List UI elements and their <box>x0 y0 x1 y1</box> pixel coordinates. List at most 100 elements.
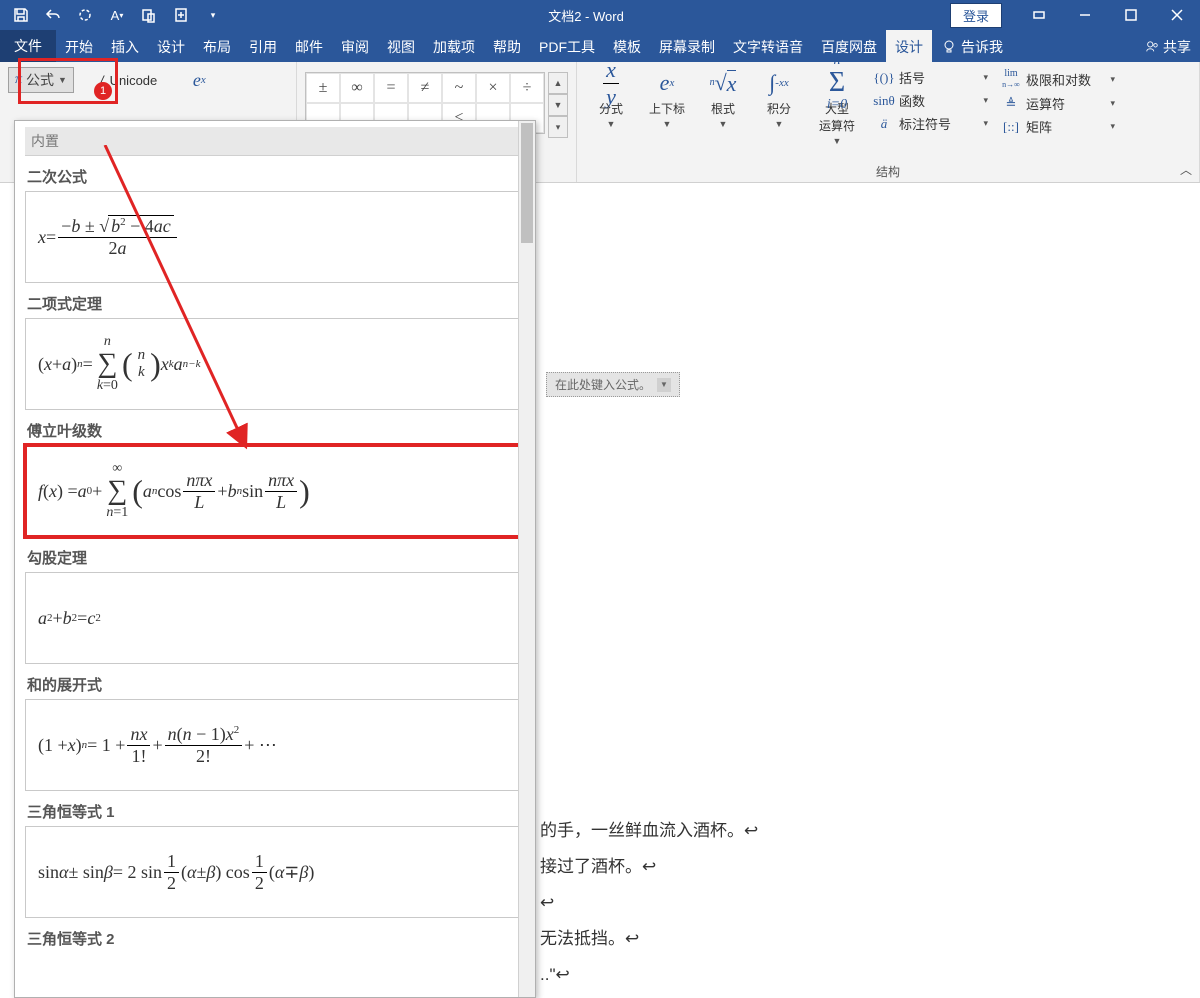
tab-review[interactable]: 审阅 <box>332 30 378 62</box>
gallery-item-quadratic[interactable]: x = −b ± √b2 − 4ac 2a <box>25 191 525 283</box>
structure-fraction[interactable]: xy 分式▼ <box>585 66 637 131</box>
tab-pdf[interactable]: PDF工具 <box>530 30 604 62</box>
structure-integral[interactable]: ∫-xx 积分▼ <box>753 66 805 131</box>
scroll-down-icon[interactable]: ▼ <box>548 94 568 116</box>
ribbon-tab-bar: 文件 开始 插入 设计 布局 引用 邮件 审阅 视图 加载项 帮助 PDF工具 … <box>0 30 1200 62</box>
tab-equation-design[interactable]: 设计 <box>886 30 932 62</box>
gallery-item-pythagoras[interactable]: a2 + b2 = c2 <box>25 572 525 664</box>
integral-icon: ∫-xx <box>769 68 788 98</box>
accent-icon: ä <box>873 116 895 132</box>
quick-access-toolbar: A▾ ▾ <box>0 6 222 24</box>
structure-radical-label: 根式 <box>711 100 735 117</box>
equation-gallery-dropdown: 内置 二次公式 x = −b ± √b2 − 4ac 2a 二项式定理 (x +… <box>14 120 536 998</box>
symbol-pm[interactable]: ± <box>306 73 340 103</box>
tab-mail[interactable]: 邮件 <box>286 30 332 62</box>
structure-script[interactable]: ex 上下标▼ <box>641 66 693 131</box>
minimize-icon[interactable] <box>1062 0 1108 30</box>
save-icon[interactable] <box>12 6 30 24</box>
structure-limit-label: 极限和对数 <box>1026 70 1091 89</box>
tab-screenrec[interactable]: 屏幕录制 <box>650 30 724 62</box>
share-button[interactable]: 共享 <box>1136 30 1200 62</box>
equation-placeholder-text: 在此处键入公式。 <box>555 376 651 393</box>
equation-placeholder[interactable]: 在此处键入公式。 ▼ <box>546 372 680 397</box>
gallery-scrollbar[interactable] <box>518 121 535 997</box>
structure-function-label: 函数 <box>899 91 925 110</box>
structure-bracket[interactable]: {()} 括号▾ <box>869 66 992 89</box>
tab-file[interactable]: 文件 <box>0 30 56 62</box>
equation-options-icon[interactable]: ▼ <box>657 378 671 392</box>
close-icon[interactable] <box>1154 0 1200 30</box>
device-icon[interactable] <box>140 6 158 24</box>
function-icon: sinθ <box>873 93 895 109</box>
symbol-tilde[interactable]: ~ <box>442 73 476 103</box>
ribbon-group-caption: 结构 <box>585 161 1191 180</box>
structure-accent-label: 标注符号 <box>899 114 951 133</box>
structure-operator[interactable]: ≜ 运算符▾ <box>996 92 1119 115</box>
gallery-item-trig1[interactable]: sin α ± sin β = 2 sin 12(α ± β) cos 12(α… <box>25 826 525 918</box>
matrix-icon: [::] <box>1000 119 1022 135</box>
login-button[interactable]: 登录 <box>950 3 1002 28</box>
gallery-scrollbar-thumb[interactable] <box>521 123 533 243</box>
gallery-section-fourier: 傅立叶级数 <box>27 420 525 441</box>
title-right: 登录 <box>950 0 1200 30</box>
share-label: 共享 <box>1163 37 1191 57</box>
chevron-down-icon: ▼ <box>58 75 67 85</box>
tab-help[interactable]: 帮助 <box>484 30 530 62</box>
document-line-4: 无法抵挡。↩ <box>540 921 639 957</box>
pi-icon: π <box>15 72 22 88</box>
ribbon-group-structures: xy 分式▼ ex 上下标▼ n√x 根式▼ ∫-xx 积分▼ nΣi=0 大型… <box>577 62 1200 182</box>
redo-icon[interactable] <box>76 6 94 24</box>
structure-bracket-label: 括号 <box>899 68 925 87</box>
gallery-item-fourier[interactable]: f(x) = a0 + ∞∑n=1 (an cos nπxL + bn sin … <box>25 445 525 537</box>
gallery-item-binomial[interactable]: (x + a)n = n∑k=0 (nk) xkan−k <box>25 318 525 410</box>
lightbulb-icon <box>941 39 957 55</box>
symbol-neq[interactable]: ≠ <box>408 73 442 103</box>
structure-function[interactable]: sinθ 函数▾ <box>869 89 992 112</box>
ribbon-collapse-icon[interactable]: ︿ <box>1180 161 1192 178</box>
tab-references[interactable]: 引用 <box>240 30 286 62</box>
tell-me-button[interactable]: 告诉我 <box>932 30 1012 62</box>
gallery-item-sum-expand[interactable]: (1 + x)n = 1 + nx1! + n(n − 1)x22! + ⋯ <box>25 699 525 791</box>
undo-icon[interactable] <box>44 6 62 24</box>
add-page-icon[interactable] <box>172 6 190 24</box>
gallery-section-trig2: 三角恒等式 2 <box>27 928 525 949</box>
qat-customize-icon[interactable]: ▾ <box>204 6 222 24</box>
symbol-div[interactable]: ÷ <box>510 73 544 103</box>
fraction-icon: xy <box>601 68 621 98</box>
gallery-section-sum-expand: 和的展开式 <box>27 674 525 695</box>
tab-addins[interactable]: 加载项 <box>424 30 484 62</box>
tab-design[interactable]: 设计 <box>148 30 194 62</box>
symbol-eq[interactable]: = <box>374 73 408 103</box>
tab-insert[interactable]: 插入 <box>102 30 148 62</box>
tab-home[interactable]: 开始 <box>56 30 102 62</box>
gallery-expand-icon[interactable]: ▾ <box>548 116 568 138</box>
tab-baidu[interactable]: 百度网盘 <box>812 30 886 62</box>
tell-me-label: 告诉我 <box>961 37 1003 57</box>
structure-limit[interactable]: limn→∞ 极限和对数▾ <box>996 66 1119 92</box>
font-style-icon[interactable]: A▾ <box>108 6 126 24</box>
radical-icon: n√x <box>710 68 737 98</box>
equation-button-label: 公式 <box>26 70 54 90</box>
maximize-icon[interactable] <box>1108 0 1154 30</box>
scroll-up-icon[interactable]: ▲ <box>548 72 568 94</box>
structure-integral-label: 积分 <box>767 100 791 117</box>
symbol-gallery-scroll[interactable]: ▲ ▼ ▾ <box>548 72 568 138</box>
symbol-times[interactable]: × <box>476 73 510 103</box>
ribbon-display-icon[interactable] <box>1016 0 1062 30</box>
structure-largeop[interactable]: nΣi=0 大型 运算符▼ <box>809 66 865 148</box>
structure-matrix[interactable]: [::] 矩阵▾ <box>996 115 1119 138</box>
structure-accent[interactable]: ä 标注符号▾ <box>869 112 992 135</box>
structure-radical[interactable]: n√x 根式▼ <box>697 66 749 131</box>
script-icon: ex <box>660 68 675 98</box>
equation-dropdown-button[interactable]: π 公式 ▼ <box>8 67 74 93</box>
tab-view[interactable]: 视图 <box>378 30 424 62</box>
bracket-icon: {()} <box>873 70 895 86</box>
document-line-1: 的手，一丝鲜血流入酒杯。↩ <box>540 813 758 849</box>
annotation-badge-1: 1 <box>94 82 112 100</box>
symbol-inf[interactable]: ∞ <box>340 73 374 103</box>
professional-format-icon[interactable]: ex <box>183 66 215 94</box>
tab-tts[interactable]: 文字转语音 <box>724 30 812 62</box>
structure-fraction-label: 分式 <box>599 100 623 117</box>
tab-layout[interactable]: 布局 <box>194 30 240 62</box>
unicode-label: Unicode <box>110 73 158 88</box>
